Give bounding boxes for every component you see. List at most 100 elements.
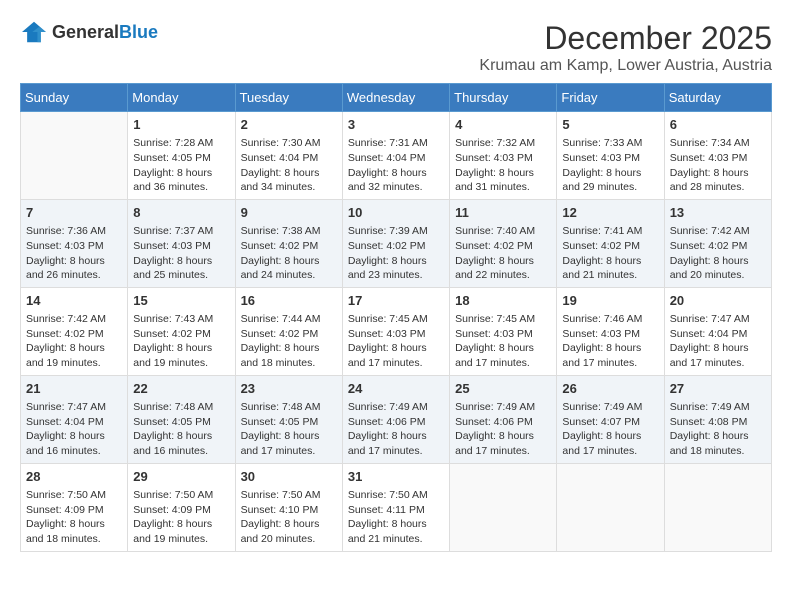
day-number: 29 bbox=[133, 468, 229, 486]
sunrise-text: Sunrise: 7:33 AM bbox=[562, 136, 658, 151]
cell-content: 1Sunrise: 7:28 AMSunset: 4:05 PMDaylight… bbox=[133, 116, 229, 195]
daylight-text: Daylight: 8 hours and 17 minutes. bbox=[562, 341, 658, 370]
sunrise-text: Sunrise: 7:38 AM bbox=[241, 224, 337, 239]
sunrise-text: Sunrise: 7:44 AM bbox=[241, 312, 337, 327]
daylight-text: Daylight: 8 hours and 31 minutes. bbox=[455, 166, 551, 195]
sunset-text: Sunset: 4:03 PM bbox=[26, 239, 122, 254]
calendar-cell: 24Sunrise: 7:49 AMSunset: 4:06 PMDayligh… bbox=[342, 375, 449, 463]
sunset-text: Sunset: 4:09 PM bbox=[26, 503, 122, 518]
calendar-cell: 17Sunrise: 7:45 AMSunset: 4:03 PMDayligh… bbox=[342, 287, 449, 375]
calendar-cell bbox=[450, 463, 557, 551]
day-number: 2 bbox=[241, 116, 337, 134]
sunset-text: Sunset: 4:04 PM bbox=[26, 415, 122, 430]
day-number: 3 bbox=[348, 116, 444, 134]
calendar-cell: 16Sunrise: 7:44 AMSunset: 4:02 PMDayligh… bbox=[235, 287, 342, 375]
daylight-text: Daylight: 8 hours and 28 minutes. bbox=[670, 166, 766, 195]
calendar-cell: 4 Sunrise: 7:32 AMSunset: 4:03 PMDaylight… bbox=[450, 112, 557, 200]
day-number: 18 bbox=[455, 292, 551, 310]
calendar-cell: 27Sunrise: 7:49 AMSunset: 4:08 PMDayligh… bbox=[664, 375, 771, 463]
cell-content: 28Sunrise: 7:50 AMSunset: 4:09 PMDayligh… bbox=[26, 468, 122, 547]
weekday-header: Tuesday bbox=[235, 84, 342, 112]
sunrise-text: Sunrise: 7:32 AM bbox=[455, 136, 551, 151]
day-number: 26 bbox=[562, 380, 658, 398]
sunrise-text: Sunrise: 7:50 AM bbox=[133, 488, 229, 503]
calendar-cell: 29Sunrise: 7:50 AMSunset: 4:09 PMDayligh… bbox=[128, 463, 235, 551]
sunset-text: Sunset: 4:03 PM bbox=[670, 151, 766, 166]
sunset-text: Sunset: 4:10 PM bbox=[241, 503, 337, 518]
daylight-text: Daylight: 8 hours and 18 minutes. bbox=[241, 341, 337, 370]
calendar-cell: 28Sunrise: 7:50 AMSunset: 4:09 PMDayligh… bbox=[21, 463, 128, 551]
calendar-cell: 21Sunrise: 7:47 AMSunset: 4:04 PMDayligh… bbox=[21, 375, 128, 463]
sunrise-text: Sunrise: 7:41 AM bbox=[562, 224, 658, 239]
calendar-header-row: SundayMondayTuesdayWednesdayThursdayFrid… bbox=[21, 84, 772, 112]
weekday-header: Wednesday bbox=[342, 84, 449, 112]
sunrise-text: Sunrise: 7:45 AM bbox=[348, 312, 444, 327]
daylight-text: Daylight: 8 hours and 17 minutes. bbox=[670, 341, 766, 370]
daylight-text: Daylight: 8 hours and 22 minutes. bbox=[455, 254, 551, 283]
cell-content: 24Sunrise: 7:49 AMSunset: 4:06 PMDayligh… bbox=[348, 380, 444, 459]
cell-content: 29Sunrise: 7:50 AMSunset: 4:09 PMDayligh… bbox=[133, 468, 229, 547]
daylight-text: Daylight: 8 hours and 17 minutes. bbox=[241, 429, 337, 458]
sunset-text: Sunset: 4:03 PM bbox=[562, 327, 658, 342]
sunrise-text: Sunrise: 7:49 AM bbox=[670, 400, 766, 415]
daylight-text: Daylight: 8 hours and 24 minutes. bbox=[241, 254, 337, 283]
calendar-cell: 12Sunrise: 7:41 AMSunset: 4:02 PMDayligh… bbox=[557, 199, 664, 287]
sunrise-text: Sunrise: 7:40 AM bbox=[455, 224, 551, 239]
sunrise-text: Sunrise: 7:48 AM bbox=[241, 400, 337, 415]
sunset-text: Sunset: 4:03 PM bbox=[562, 151, 658, 166]
cell-content: 16Sunrise: 7:44 AMSunset: 4:02 PMDayligh… bbox=[241, 292, 337, 371]
calendar-week-row: 21Sunrise: 7:47 AMSunset: 4:04 PMDayligh… bbox=[21, 375, 772, 463]
sunset-text: Sunset: 4:03 PM bbox=[455, 151, 551, 166]
calendar-week-row: 28Sunrise: 7:50 AMSunset: 4:09 PMDayligh… bbox=[21, 463, 772, 551]
cell-content: 2Sunrise: 7:30 AMSunset: 4:04 PMDaylight… bbox=[241, 116, 337, 195]
weekday-header: Sunday bbox=[21, 84, 128, 112]
daylight-text: Daylight: 8 hours and 18 minutes. bbox=[26, 517, 122, 546]
sunrise-text: Sunrise: 7:36 AM bbox=[26, 224, 122, 239]
calendar-cell: 31Sunrise: 7:50 AMSunset: 4:11 PMDayligh… bbox=[342, 463, 449, 551]
calendar-cell: 26Sunrise: 7:49 AMSunset: 4:07 PMDayligh… bbox=[557, 375, 664, 463]
daylight-text: Daylight: 8 hours and 17 minutes. bbox=[562, 429, 658, 458]
cell-content: 7Sunrise: 7:36 AMSunset: 4:03 PMDaylight… bbox=[26, 204, 122, 283]
daylight-text: Daylight: 8 hours and 21 minutes. bbox=[562, 254, 658, 283]
calendar-cell: 6Sunrise: 7:34 AMSunset: 4:03 PMDaylight… bbox=[664, 112, 771, 200]
daylight-text: Daylight: 8 hours and 21 minutes. bbox=[348, 517, 444, 546]
sunrise-text: Sunrise: 7:49 AM bbox=[348, 400, 444, 415]
calendar-cell: 1Sunrise: 7:28 AMSunset: 4:05 PMDaylight… bbox=[128, 112, 235, 200]
calendar-cell: 7Sunrise: 7:36 AMSunset: 4:03 PMDaylight… bbox=[21, 199, 128, 287]
calendar-cell: 11Sunrise: 7:40 AMSunset: 4:02 PMDayligh… bbox=[450, 199, 557, 287]
day-number: 4 bbox=[455, 116, 551, 134]
day-number: 24 bbox=[348, 380, 444, 398]
logo-general: General bbox=[52, 22, 119, 42]
sunrise-text: Sunrise: 7:28 AM bbox=[133, 136, 229, 151]
day-number: 8 bbox=[133, 204, 229, 222]
logo-text: GeneralBlue bbox=[52, 22, 158, 43]
daylight-text: Daylight: 8 hours and 32 minutes. bbox=[348, 166, 444, 195]
sunrise-text: Sunrise: 7:50 AM bbox=[241, 488, 337, 503]
day-number: 22 bbox=[133, 380, 229, 398]
page-header: GeneralBlue December 2025 Krumau am Kamp… bbox=[20, 20, 772, 75]
calendar-cell: 18Sunrise: 7:45 AMSunset: 4:03 PMDayligh… bbox=[450, 287, 557, 375]
calendar-cell: 22Sunrise: 7:48 AMSunset: 4:05 PMDayligh… bbox=[128, 375, 235, 463]
sunrise-text: Sunrise: 7:42 AM bbox=[670, 224, 766, 239]
sunset-text: Sunset: 4:07 PM bbox=[562, 415, 658, 430]
cell-content: 20Sunrise: 7:47 AMSunset: 4:04 PMDayligh… bbox=[670, 292, 766, 371]
calendar-cell: 25Sunrise: 7:49 AMSunset: 4:06 PMDayligh… bbox=[450, 375, 557, 463]
cell-content: 8Sunrise: 7:37 AMSunset: 4:03 PMDaylight… bbox=[133, 204, 229, 283]
daylight-text: Daylight: 8 hours and 29 minutes. bbox=[562, 166, 658, 195]
cell-content: 14Sunrise: 7:42 AMSunset: 4:02 PMDayligh… bbox=[26, 292, 122, 371]
logo-blue: Blue bbox=[119, 22, 158, 42]
sunrise-text: Sunrise: 7:30 AM bbox=[241, 136, 337, 151]
weekday-header: Monday bbox=[128, 84, 235, 112]
day-number: 20 bbox=[670, 292, 766, 310]
cell-content: 31Sunrise: 7:50 AMSunset: 4:11 PMDayligh… bbox=[348, 468, 444, 547]
calendar-cell: 23Sunrise: 7:48 AMSunset: 4:05 PMDayligh… bbox=[235, 375, 342, 463]
daylight-text: Daylight: 8 hours and 16 minutes. bbox=[133, 429, 229, 458]
cell-content: 6Sunrise: 7:34 AMSunset: 4:03 PMDaylight… bbox=[670, 116, 766, 195]
sunrise-text: Sunrise: 7:47 AM bbox=[670, 312, 766, 327]
sunset-text: Sunset: 4:06 PM bbox=[348, 415, 444, 430]
sunrise-text: Sunrise: 7:50 AM bbox=[348, 488, 444, 503]
day-number: 10 bbox=[348, 204, 444, 222]
daylight-text: Daylight: 8 hours and 34 minutes. bbox=[241, 166, 337, 195]
daylight-text: Daylight: 8 hours and 25 minutes. bbox=[133, 254, 229, 283]
sunrise-text: Sunrise: 7:39 AM bbox=[348, 224, 444, 239]
